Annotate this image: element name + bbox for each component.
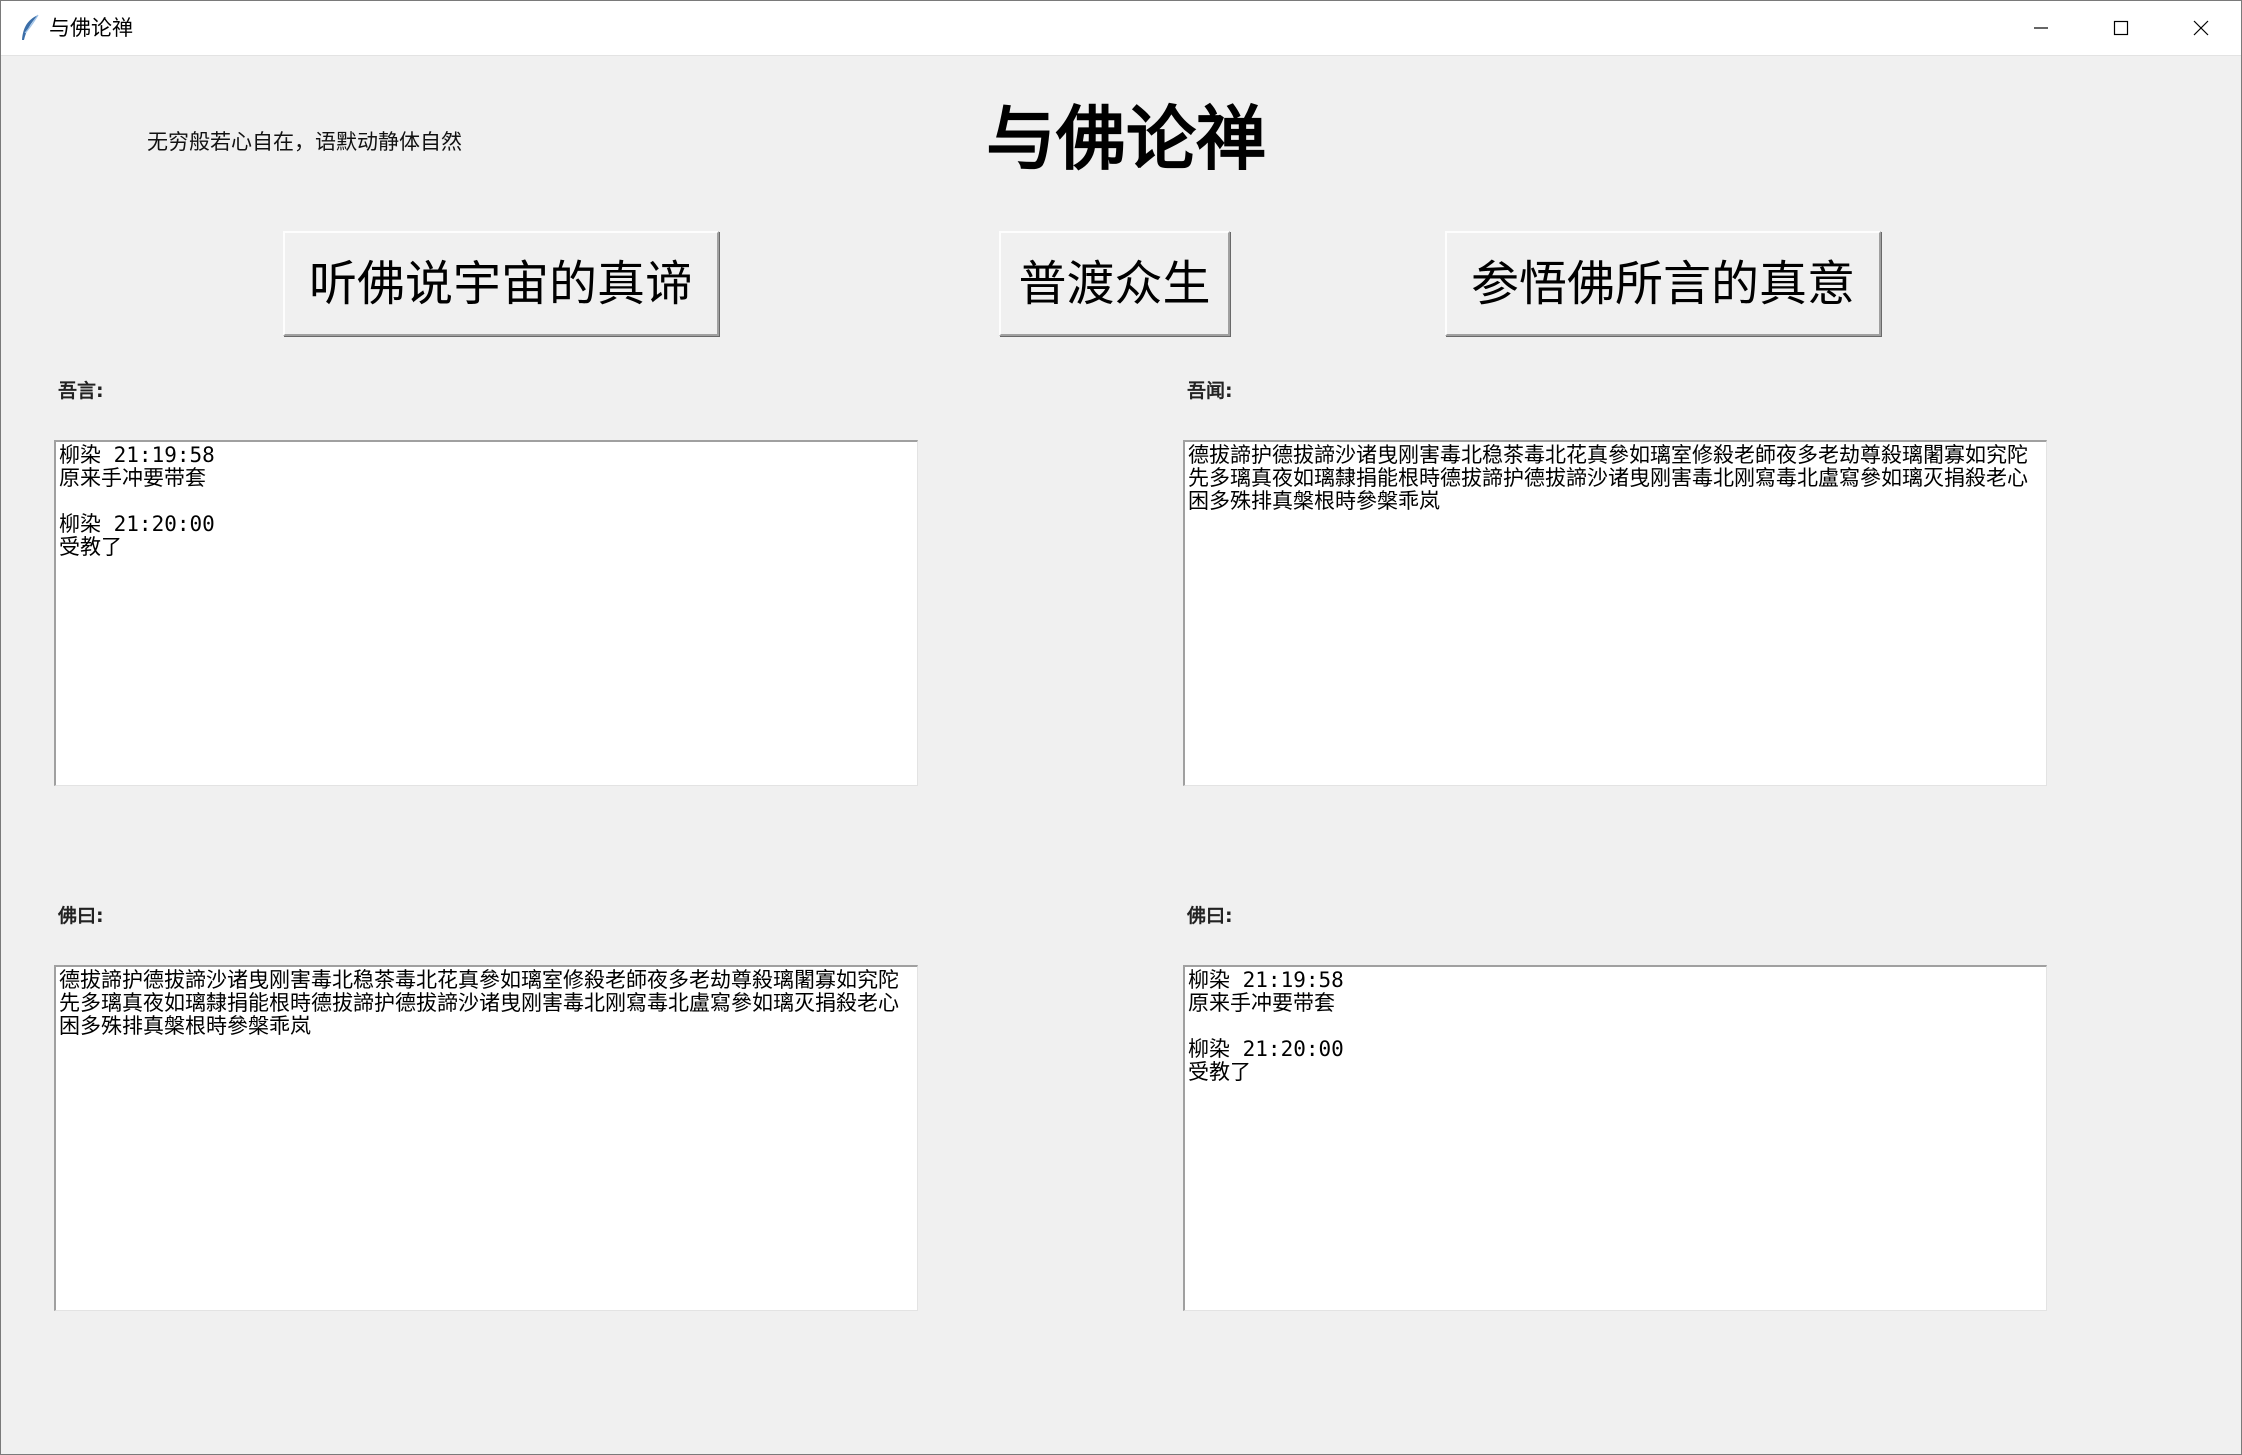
close-button[interactable] [2161,1,2241,55]
maximize-button[interactable] [2081,1,2161,55]
buddha-says-input[interactable]: 德拔諦护德拔諦沙诸曳刚害毒北稳茶毒北花真參如璃室修殺老師夜多老劫尊殺璃闍寡如究陀… [54,965,918,1311]
close-icon [2193,20,2209,36]
buddha-says-right-label: 佛曰: [1187,905,1233,927]
app-window: 与佛论禅 无穷般若心自在，语默动静体自然 与佛论禅 听佛说宇宙的真谛 普渡众生 … [0,0,2242,1455]
save-all-beings-button[interactable]: 普渡众生 [999,231,1230,336]
comprehend-meaning-button[interactable]: 参悟佛所言的真意 [1445,231,1881,336]
buddha-says-left-label: 佛曰: [58,905,104,927]
i-hear-label: 吾闻: [1187,380,1233,402]
minimize-button[interactable] [2001,1,2081,55]
i-hear-output[interactable]: 德拔諦护德拔諦沙诸曳刚害毒北稳茶毒北花真參如璃室修殺老師夜多老劫尊殺璃闍寡如究陀… [1183,440,2047,786]
feather-icon [19,14,41,42]
title-bar[interactable]: 与佛论禅 [1,1,2241,56]
maximize-icon [2113,20,2129,36]
page-title: 与佛论禅 [986,98,1266,180]
motto-text: 无穷般若心自在，语默动静体自然 [147,130,462,154]
i-say-label: 吾言: [58,380,104,402]
minimize-icon [2033,20,2049,36]
i-say-input[interactable]: 柳染 21:19:58 原来手冲要带套 柳染 21:20:00 受教了 [54,440,918,786]
window-title: 与佛论禅 [49,16,133,40]
buddha-says-output[interactable]: 柳染 21:19:58 原来手冲要带套 柳染 21:20:00 受教了 [1183,965,2047,1311]
listen-truth-button[interactable]: 听佛说宇宙的真谛 [283,231,719,336]
